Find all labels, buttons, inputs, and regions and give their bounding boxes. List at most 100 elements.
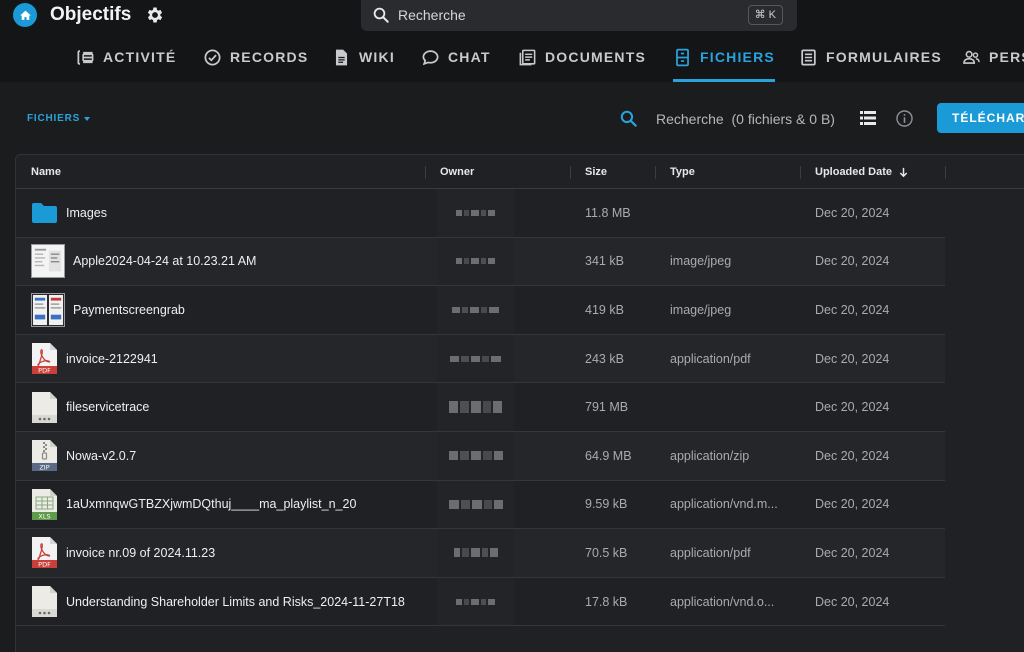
uploaded-date: Dec 20, 2024 — [815, 448, 890, 463]
file-name[interactable]: Nowa-v2.0.7 — [66, 449, 136, 463]
chat-bubble-icon — [422, 49, 439, 65]
file-name[interactable]: Understanding Shareholder Limits and Ris… — [66, 595, 405, 609]
file-type: image/jpeg — [670, 254, 732, 269]
image-thumbnail-icon — [31, 244, 65, 279]
table-row[interactable]: ZIP Nowa-v2.0.7 64.9 MB application/zip … — [16, 432, 945, 481]
table-row[interactable]: Understanding Shareholder Limits and Ris… — [16, 577, 945, 627]
owner-avatar-blurred — [437, 334, 514, 383]
tab-wiki[interactable]: WIKI — [332, 32, 395, 82]
table-row[interactable]: Apple2024-04-24 at 10.23.21 AM 341 kB im… — [16, 237, 945, 287]
search-icon[interactable] — [619, 109, 638, 128]
table-row[interactable]: fileservicetrace 791 MB Dec 20, 2024 — [16, 383, 945, 432]
file-size: 70.5 kB — [585, 545, 628, 560]
zip-file-icon: ZIP — [32, 440, 57, 472]
file-type: application/vnd.m... — [670, 497, 778, 512]
list-view-icon[interactable] — [860, 111, 876, 125]
badge-label: PDF — [38, 561, 51, 569]
breadcrumb-dropdown[interactable]: FICHIERS — [27, 113, 91, 124]
owner-avatar-blurred — [437, 383, 514, 431]
form-icon — [801, 49, 816, 65]
file-size: 243 kB — [585, 351, 624, 366]
table-row[interactable]: PDF invoice-2122941 243 kB application/p… — [16, 334, 945, 384]
info-icon[interactable] — [895, 109, 914, 128]
column-divider[interactable] — [945, 166, 946, 179]
file-size: 17.8 kB — [585, 594, 628, 609]
tab-documents[interactable]: DOCUMENTS — [518, 32, 646, 82]
column-header-owner[interactable]: Owner — [440, 166, 474, 178]
tab-chat[interactable]: CHAT — [421, 32, 491, 82]
tab-label: DOCUMENTS — [545, 49, 647, 65]
page-title: Objectifs — [50, 4, 132, 25]
column-header-type[interactable]: Type — [670, 166, 695, 178]
column-divider[interactable] — [425, 166, 426, 179]
badge-label: XLS — [38, 512, 50, 520]
global-search-input[interactable]: Recherche ⌘ K — [361, 0, 797, 31]
table-row[interactable]: Paymentscreengrab 419 kB image/jpeg Dec … — [16, 286, 945, 335]
search-icon — [373, 7, 389, 23]
tab-fichiers[interactable]: FICHIERS — [673, 32, 775, 82]
file-type — [670, 189, 790, 237]
tab-records[interactable]: RECORDS — [203, 32, 308, 82]
file-name[interactable]: invoice-2122941 — [66, 352, 158, 366]
pdf-file-icon: PDF — [32, 343, 57, 375]
column-header-uploaded-date[interactable]: Uploaded Date — [815, 166, 909, 178]
uploaded-date: Dec 20, 2024 — [815, 254, 890, 269]
column-divider[interactable] — [570, 166, 571, 179]
sort-descending-icon — [899, 167, 908, 177]
image-thumbnail-icon — [31, 292, 65, 327]
file-size: 11.8 MB — [585, 205, 631, 220]
table-header: Name Owner Size Type Uploaded Date — [16, 155, 1024, 189]
file-search-placeholder: Recherche — [656, 111, 724, 127]
column-header-size[interactable]: Size — [585, 166, 607, 178]
uploaded-date: Dec 20, 2024 — [815, 205, 890, 220]
table-row[interactable]: Images 11.8 MB Dec 20, 2024 — [16, 189, 945, 238]
file-type: application/pdf — [670, 351, 751, 366]
column-divider[interactable] — [800, 166, 801, 179]
owner-avatar-blurred — [437, 237, 514, 286]
section-tabs: ACTIVITÉ RECORDS WIKI CHAT DOCUMENTS FIC… — [0, 32, 1024, 82]
file-name[interactable]: 1aUxmnqwGTBZXjwmDQthuj____ma_playlist_n_… — [66, 497, 356, 511]
tab-label: FICHIERS — [700, 49, 775, 65]
upload-button[interactable]: TÉLÉCHAR — [937, 103, 1024, 133]
breadcrumb-label: FICHIERS — [27, 113, 81, 124]
table-row[interactable]: XLS 1aUxmnqwGTBZXjwmDQthuj____ma_playlis… — [16, 480, 945, 530]
owner-avatar-blurred — [437, 529, 514, 577]
uploaded-date: Dec 20, 2024 — [815, 594, 890, 609]
file-name[interactable]: Apple2024-04-24 at 10.23.21 AM — [73, 254, 256, 268]
caret-down-icon — [84, 116, 91, 121]
tab-personnes[interactable]: PERS — [962, 32, 1024, 82]
file-name[interactable]: Paymentscreengrab — [73, 303, 185, 317]
uploaded-date: Dec 20, 2024 — [815, 351, 890, 366]
uploaded-date: Dec 20, 2024 — [815, 302, 890, 317]
gear-icon[interactable] — [145, 5, 165, 25]
file-type: application/zip — [670, 448, 750, 463]
column-header-name[interactable]: Name — [31, 166, 61, 178]
file-type: application/vnd.o... — [670, 594, 775, 609]
file-type: image/jpeg — [670, 302, 732, 317]
file-name[interactable]: Images — [66, 206, 107, 220]
badge-label: PDF — [38, 367, 51, 375]
documents-icon — [519, 49, 536, 65]
file-size: 64.9 MB — [585, 448, 632, 463]
tab-formulaires[interactable]: FORMULAIRES — [799, 32, 942, 82]
file-cabinet-icon — [676, 48, 689, 66]
owner-avatar-blurred — [437, 432, 514, 480]
uploaded-date: Dec 20, 2024 — [815, 400, 890, 415]
keyboard-shortcut-badge: ⌘ K — [747, 5, 783, 25]
owner-avatar-blurred — [437, 286, 514, 334]
table-row[interactable]: PDF invoice nr.09 of 2024.11.23 70.5 kB … — [16, 529, 945, 578]
home-icon[interactable] — [13, 3, 37, 27]
tab-label: ACTIVITÉ — [103, 49, 177, 65]
tab-activite[interactable]: ACTIVITÉ — [76, 32, 176, 82]
column-divider[interactable] — [655, 166, 656, 179]
xls-file-icon: XLS — [32, 488, 57, 520]
file-name[interactable]: invoice nr.09 of 2024.11.23 — [66, 546, 215, 560]
document-icon — [335, 49, 348, 65]
uploaded-date: Dec 20, 2024 — [815, 545, 890, 560]
file-name[interactable]: fileservicetrace — [66, 400, 149, 414]
folder-icon — [32, 202, 57, 223]
uploaded-date: Dec 20, 2024 — [815, 497, 890, 512]
people-icon — [963, 50, 980, 64]
file-search-input[interactable]: Recherche (0 fichiers & 0 B) — [656, 111, 835, 127]
owner-avatar-blurred — [437, 480, 514, 529]
